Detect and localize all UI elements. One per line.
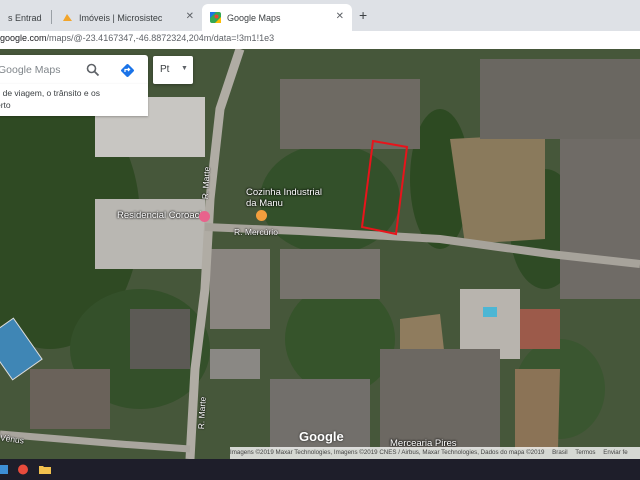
search-input[interactable]: Google Maps xyxy=(0,64,60,76)
poi-label-line1: Cozinha Industrial xyxy=(246,187,323,198)
poi-label: Residencial Coroaci xyxy=(117,210,202,221)
layers-label: Pt xyxy=(160,64,170,75)
new-tab-button[interactable]: + xyxy=(359,7,367,23)
layers-dropdown-button[interactable]: Pt ▼ xyxy=(153,56,193,84)
google-logo: Google xyxy=(299,429,344,444)
street-label-r-mercurio: R. Mercúrio xyxy=(234,227,278,237)
feedback-link[interactable]: Enviar fe xyxy=(603,449,627,456)
app-icon[interactable] xyxy=(0,463,10,476)
url-path: /maps/@-23.4167347,-46.8872324,204m/data… xyxy=(46,33,275,43)
browser-tab-bar: s Entrada Imóveis | Microsistec ✕ Google… xyxy=(0,0,640,31)
tab-google-maps[interactable]: Google Maps ✕ xyxy=(202,4,352,31)
tab-title: s Entrada xyxy=(8,12,42,23)
app-icon[interactable] xyxy=(16,463,30,476)
chevron-down-icon: ▼ xyxy=(181,65,188,72)
terms-link[interactable]: Termos xyxy=(575,449,595,456)
tab-title: Imóveis | Microsistec xyxy=(79,12,163,23)
url-text[interactable]: google.com/maps/@-23.4167347,-46.8872324… xyxy=(0,33,274,43)
poi-label-line2: da Manu xyxy=(246,198,283,209)
microsistec-icon xyxy=(63,14,72,21)
attribution-imagery: Imagens ©2019 Maxar Technologies, Imagen… xyxy=(230,449,545,456)
search-icon[interactable] xyxy=(86,63,100,77)
tab-microsistec[interactable]: Imóveis | Microsistec ✕ xyxy=(54,4,202,31)
search-suggestion-panel: s de viagem, o trânsito e os erto xyxy=(0,84,148,116)
close-tab-icon[interactable]: ✕ xyxy=(186,11,194,22)
restaurant-pin-icon[interactable] xyxy=(256,210,267,221)
lodging-pin-icon[interactable] xyxy=(199,211,210,222)
tab-separator xyxy=(51,10,52,24)
url-domain: google.com xyxy=(0,33,47,43)
map-attribution-bar: Imagens ©2019 Maxar Technologies, Imagen… xyxy=(230,447,640,459)
os-taskbar xyxy=(0,459,640,480)
directions-icon[interactable] xyxy=(120,63,135,78)
tab-title: Google Maps xyxy=(227,12,281,23)
attribution-country[interactable]: Brasil xyxy=(552,449,567,456)
maps-search-box[interactable]: Google Maps xyxy=(0,55,148,87)
close-tab-icon[interactable]: ✕ xyxy=(336,11,344,22)
poi-cozinha-industrial[interactable]: Cozinha Industrial da Manu xyxy=(246,187,322,209)
address-bar[interactable]: google.com/maps/@-23.4167347,-46.8872324… xyxy=(0,31,640,50)
file-explorer-icon[interactable] xyxy=(38,463,52,476)
tip-line1: s de viagem, o trânsito e os xyxy=(0,88,100,98)
google-maps-icon xyxy=(210,12,221,23)
street-label-r-marte: R. Marte xyxy=(200,166,212,200)
poi-residencial-coroaci[interactable]: Residencial Coroaci xyxy=(117,210,201,221)
street-label-r-marte: R. Marte xyxy=(196,396,208,430)
tab-inbox[interactable]: s Entrada xyxy=(0,4,50,31)
tip-line2: erto xyxy=(0,100,11,110)
